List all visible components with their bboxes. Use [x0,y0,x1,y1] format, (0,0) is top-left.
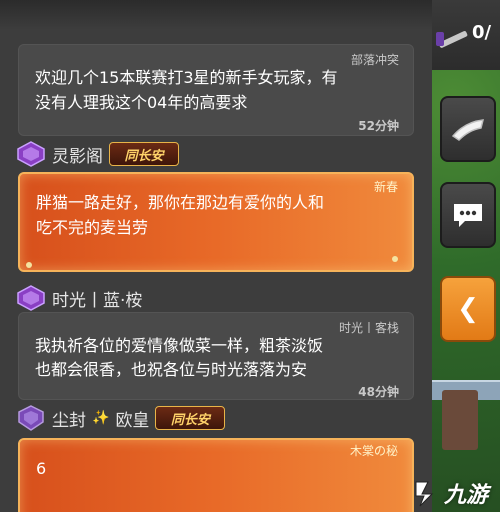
chat-button[interactable] [440,182,496,248]
message-time: 48分钟 [358,385,399,399]
sparkle-icon: ✨ [92,410,110,426]
user-name: 时光丨蓝·桉 [52,290,143,311]
horn-icon [451,119,484,141]
message-line-2: 没有人理我这个04年的高要求 [35,93,248,112]
message-line-2: 吃不完的麦当劳 [36,218,149,237]
game-panel: 0/ ❮ [432,0,500,512]
message-line-1: 欢迎几个15本联赛打3星的新手女玩家，有 [35,68,338,87]
user-row-shiguang[interactable]: 时光丨蓝·桉 [16,284,142,312]
clan-badge-icon [17,285,45,311]
watermark-text: 九游 [444,483,489,508]
horn-button[interactable] [440,96,496,162]
top-shade [0,0,432,30]
message-line-1: 我执祈各位的爱情像做菜一样，粗茶淡饭 [35,336,324,355]
chat-message-4[interactable]: 木棠の秘 6 [18,438,414,512]
collapse-chat-button[interactable]: ❮ [440,276,496,342]
user-name: 灵影阁 [52,146,103,167]
message-clan-tag: 时光丨客栈 [338,321,399,335]
chat-message-2[interactable]: 新春 胖猫一路走好，那你在那边有爱你的人和 吃不完的麦当劳 [18,172,414,272]
game-tower [442,390,478,450]
troop-counter: 0/ [472,22,492,43]
title-plate: 同长安 [109,142,179,166]
jiuyou-logo-icon [415,481,434,507]
message-tag: 木棠の秘 [349,444,398,458]
message-time: 52分钟 [358,119,399,133]
lantern-decoration-icon [26,262,32,268]
clan-badge-icon [18,405,44,431]
user-row-chenfeng[interactable]: 尘封 ✨ 欧皇 同长安 [16,404,226,432]
chat-panel: 部落冲突 欢迎几个15本联赛打3星的新手女玩家，有 没有人理我这个04年的高要求… [0,0,432,512]
lantern-decoration-icon [392,256,398,262]
sword-icon [436,31,468,48]
collapse-arrow-icon: ❮ [457,294,479,324]
watermark: 九游 [410,474,500,512]
chat-message-1[interactable]: 部落冲突 欢迎几个15本联赛打3星的新手女玩家，有 没有人理我这个04年的高要求… [18,44,414,136]
message-line-1: 6 [36,459,47,478]
message-line-1: 胖猫一路走好，那你在那边有爱你的人和 [36,193,325,212]
message-clan-tag: 部落冲突 [350,53,399,67]
user-name-part-1: 尘封 [52,410,86,431]
chat-message-3[interactable]: 时光丨客栈 我执祈各位的爱情像做菜一样，粗茶淡饭 也都会很香，也祝各位与时光落落… [18,312,414,400]
user-row-lingyingge[interactable]: 灵影阁 同长安 [16,140,179,168]
user-name-part-2: 欧皇 [115,410,150,431]
message-line-2: 也都会很香，也祝各位与时光落落为安 [35,360,308,379]
chat-icon [454,204,482,227]
clan-badge-icon [17,141,45,167]
message-event-tag: 新春 [373,180,398,194]
title-plate: 同长安 [155,406,226,430]
